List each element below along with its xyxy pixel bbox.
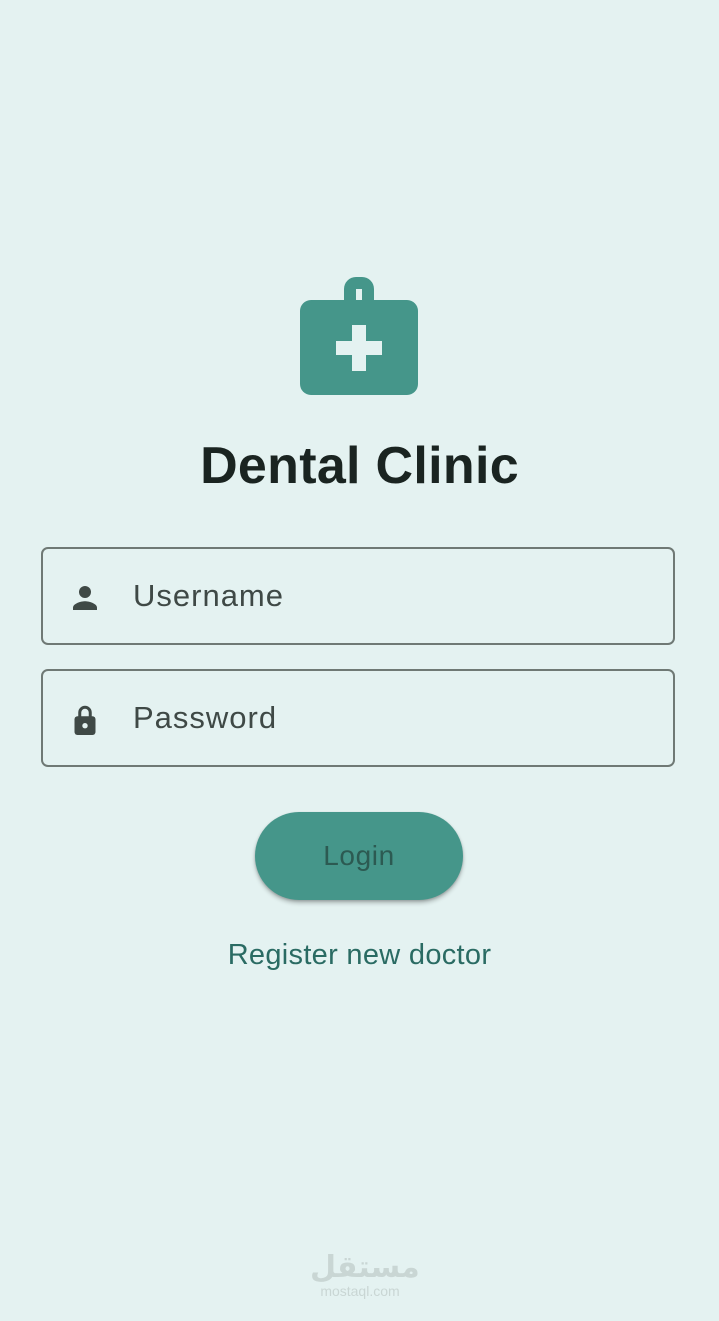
username-input[interactable] <box>133 549 653 643</box>
password-input[interactable] <box>133 671 653 765</box>
watermark-logo: مستقل mostaql.com <box>310 1250 420 1299</box>
lock-icon <box>74 705 96 735</box>
login-button[interactable]: Login <box>255 812 463 900</box>
login-screen: Dental Clinic Login Register new doctor … <box>0 0 719 1321</box>
register-doctor-link[interactable]: Register new doctor <box>0 935 719 975</box>
username-field[interactable] <box>41 547 675 645</box>
medical-kit-icon <box>300 277 418 395</box>
app-title: Dental Clinic <box>200 437 519 495</box>
person-icon <box>73 586 97 610</box>
watermark-arabic: مستقل <box>310 1250 420 1285</box>
watermark-latin: mostaql.com <box>320 1283 400 1299</box>
password-field[interactable] <box>41 669 675 767</box>
